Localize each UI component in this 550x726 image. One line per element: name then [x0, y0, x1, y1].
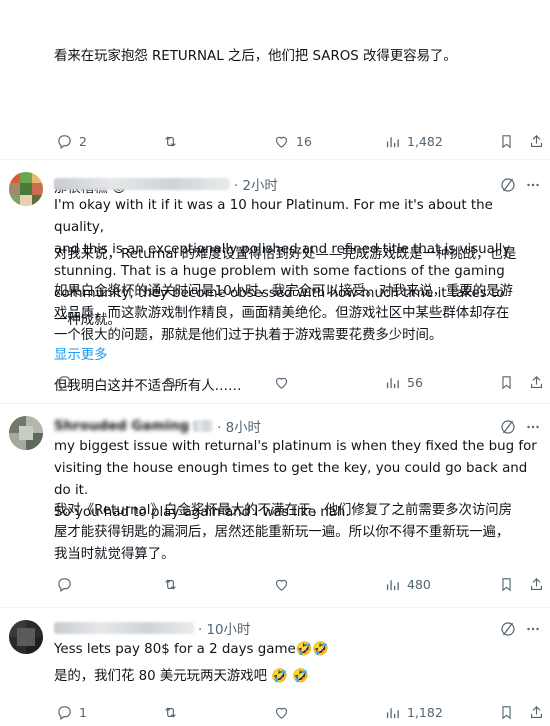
more-icon[interactable] [524, 176, 542, 194]
post-4-actions: 1 1,182 [54, 704, 545, 726]
bookmark-button[interactable] [498, 374, 515, 391]
grok-icon[interactable] [499, 418, 517, 436]
bookmark-button[interactable] [498, 576, 515, 593]
post-1-line-2 [54, 112, 542, 134]
post-4[interactable]: · 10小时 Yess lets pay 80$ for a 2 days ga… [0, 608, 550, 724]
reply-icon [58, 135, 71, 150]
views-button[interactable]: 56 [384, 374, 423, 391]
post-3-actions: 480 [54, 576, 545, 598]
reply-icon [58, 376, 71, 391]
views-icon [386, 137, 399, 148]
retweet-button[interactable] [162, 704, 179, 721]
like-button[interactable]: 16 [273, 133, 312, 150]
pixel-avatar-icon [9, 416, 43, 450]
bookmark-button[interactable] [498, 133, 515, 150]
post-4-header: · 10小时 [54, 618, 250, 638]
post-1-actions: 2 16 1,482 [54, 133, 545, 155]
like-button[interactable] [273, 704, 290, 721]
like-button[interactable] [273, 374, 290, 391]
share-icon [530, 578, 543, 591]
reply-button[interactable]: 2 [56, 133, 87, 150]
views-count: 480 [407, 577, 431, 592]
post-2-header: · 2小时 [54, 174, 278, 194]
reply-count: 1 [79, 705, 87, 720]
reply-count: 2 [79, 134, 87, 149]
post-3-header: Shrouded Gaming · 8小时 [54, 416, 261, 437]
share-icon [530, 706, 543, 719]
reply-button[interactable] [56, 576, 73, 593]
share-button[interactable] [528, 704, 545, 721]
reply-icon [58, 706, 71, 721]
post-3-translation-text: 我对《Returnal》白金奖杯最大的不满在于，他们修复了之前需要多次访问房 屋… [54, 503, 513, 562]
retweet-button[interactable] [162, 576, 179, 593]
blurred-username[interactable] [54, 178, 230, 190]
views-count: 1,482 [407, 134, 443, 149]
retweet-button[interactable] [162, 133, 179, 150]
reply-icon [58, 578, 71, 593]
views-icon [386, 708, 399, 719]
retweet-icon [165, 377, 176, 388]
post-2-actions: 56 [54, 374, 545, 396]
timestamp[interactable]: · 2小时 [234, 174, 278, 194]
post-1-line-1: 看来在玩家抱怨 RETURNAL 之后，他们把 SAROS 改得更容易了。 [54, 49, 457, 64]
views-count: 56 [407, 375, 423, 390]
like-button[interactable] [273, 576, 290, 593]
like-count: 16 [296, 134, 312, 149]
views-count: 1,182 [407, 705, 443, 720]
retweet-icon [165, 707, 176, 718]
post-2[interactable]: · 2小时 I'm okay with it if it was a 10 ho… [0, 160, 550, 404]
retweet-button[interactable] [162, 374, 179, 391]
avatar[interactable] [9, 172, 43, 206]
heart-icon [275, 707, 288, 719]
show-more-link[interactable]: 显示更多 [54, 343, 108, 363]
post-1[interactable]: 看来在玩家抱怨 RETURNAL 之后，他们把 SAROS 改得更容易了。 那很… [0, 0, 550, 394]
bookmark-icon [502, 578, 511, 592]
views-button[interactable]: 480 [384, 576, 431, 593]
bookmark-button[interactable] [498, 704, 515, 721]
heart-icon [275, 136, 288, 148]
avatar[interactable] [9, 416, 43, 450]
heart-icon [275, 377, 288, 389]
timestamp[interactable]: · 8小时 [217, 416, 261, 436]
blurred-username[interactable]: Shrouded Gaming [54, 419, 189, 434]
share-button[interactable] [528, 133, 545, 150]
views-button[interactable]: 1,182 [384, 704, 443, 721]
reply-button[interactable] [56, 374, 73, 391]
pixel-avatar-icon [9, 620, 43, 654]
blurred-username[interactable] [54, 622, 194, 634]
grok-icon[interactable] [499, 176, 517, 194]
share-icon [530, 135, 543, 148]
share-button[interactable] [528, 576, 545, 593]
more-icon[interactable] [524, 620, 542, 638]
post-4-translation-text: 是的，我们花 80 美元玩两天游戏吧 🤣 🤣 [54, 669, 309, 684]
post-4-original-text: Yess lets pay 80$ for a 2 days game🤣🤣 [54, 642, 330, 657]
retweet-icon [165, 136, 176, 147]
post-3[interactable]: Shrouded Gaming · 8小时 my biggest issue w… [0, 404, 550, 608]
heart-icon [275, 579, 288, 591]
bookmark-icon [502, 135, 511, 149]
pixel-avatar-icon [9, 172, 43, 206]
timestamp[interactable]: · 10小时 [198, 618, 250, 638]
blurred-handle [193, 420, 214, 432]
retweet-icon [165, 579, 176, 590]
more-icon[interactable] [524, 418, 542, 436]
share-icon [530, 376, 543, 389]
views-button[interactable]: 1,482 [384, 133, 443, 150]
reply-button[interactable]: 1 [56, 704, 87, 721]
share-button[interactable] [528, 374, 545, 391]
views-icon [386, 580, 399, 591]
post-2-translation-text: 如果白金奖杯的通关时间是10小时，我完全可以接受。对我来说，重要的是游 戏品质，… [54, 284, 513, 343]
bookmark-icon [502, 376, 511, 390]
tweet-feed: 看来在玩家抱怨 RETURNAL 之后，他们把 SAROS 改得更容易了。 那很… [0, 0, 550, 724]
grok-icon[interactable] [499, 620, 517, 638]
bookmark-icon [502, 706, 511, 720]
avatar[interactable] [9, 620, 43, 654]
views-icon [386, 378, 399, 389]
